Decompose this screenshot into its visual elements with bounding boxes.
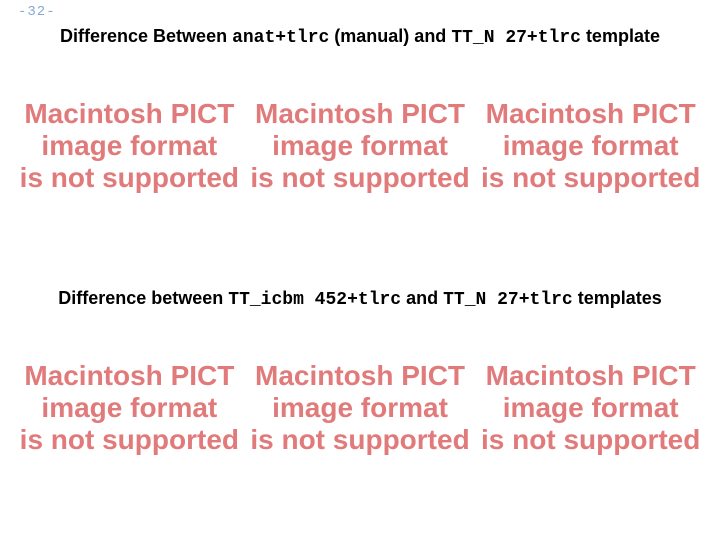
heading-1-code-1: anat+tlrc	[232, 28, 329, 48]
heading-2: Difference between TT_icbm 452+tlrc and …	[0, 288, 720, 310]
pict-text-line: Macintosh PICT	[24, 98, 234, 130]
pict-placeholder: Macintosh PICT image format is not suppo…	[249, 328, 472, 488]
pict-placeholder: Macintosh PICT image format is not suppo…	[249, 66, 472, 226]
heading-2-suffix: templates	[573, 288, 662, 308]
heading-1: Difference Between anat+tlrc (manual) an…	[0, 26, 720, 48]
pict-text-line: Macintosh PICT	[255, 360, 465, 392]
pict-text-line: is not supported	[250, 162, 469, 194]
heading-2-code-1: TT_icbm 452+tlrc	[228, 290, 401, 310]
pict-placeholder: Macintosh PICT image format is not suppo…	[479, 328, 702, 488]
pict-placeholder: Macintosh PICT image format is not suppo…	[18, 66, 241, 226]
page-number: -32-	[18, 4, 56, 20]
pict-text-line: image format	[272, 130, 448, 162]
pict-text-line: is not supported	[481, 162, 700, 194]
pict-text-line: image format	[272, 392, 448, 424]
pict-text-line: Macintosh PICT	[255, 98, 465, 130]
image-row-1: Macintosh PICT image format is not suppo…	[18, 66, 702, 226]
pict-text-line: image format	[41, 392, 217, 424]
pict-text-line: Macintosh PICT	[486, 98, 696, 130]
pict-text-line: is not supported	[481, 424, 700, 456]
heading-1-suffix: template	[581, 26, 660, 46]
pict-text-line: Macintosh PICT	[486, 360, 696, 392]
heading-1-prefix: Difference Between	[60, 26, 232, 46]
pict-placeholder: Macintosh PICT image format is not suppo…	[18, 328, 241, 488]
heading-2-code-2: TT_N 27+tlrc	[443, 290, 573, 310]
pict-text-line: image format	[503, 130, 679, 162]
heading-1-mid: (manual) and	[329, 26, 451, 46]
image-row-2: Macintosh PICT image format is not suppo…	[18, 328, 702, 488]
pict-text-line: image format	[41, 130, 217, 162]
pict-text-line: Macintosh PICT	[24, 360, 234, 392]
pict-placeholder: Macintosh PICT image format is not suppo…	[479, 66, 702, 226]
pict-text-line: is not supported	[250, 424, 469, 456]
heading-1-code-2: TT_N 27+tlrc	[451, 28, 581, 48]
pict-text-line: is not supported	[20, 162, 239, 194]
heading-2-mid: and	[401, 288, 443, 308]
pict-text-line: image format	[503, 392, 679, 424]
pict-text-line: is not supported	[20, 424, 239, 456]
heading-2-prefix: Difference between	[58, 288, 228, 308]
